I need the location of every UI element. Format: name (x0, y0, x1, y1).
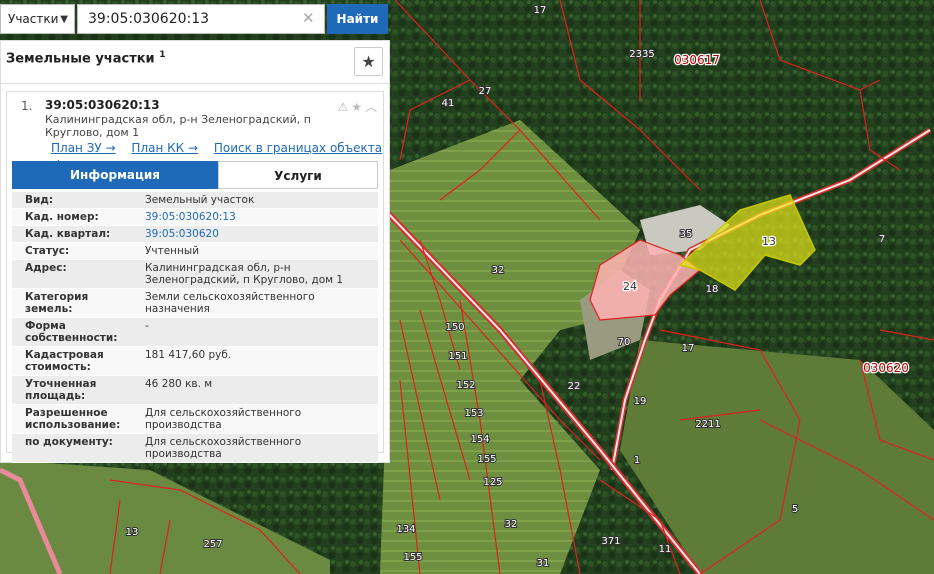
search-button[interactable]: Найти (327, 4, 388, 34)
search-bar: Участки ▼ 39:05:030620:13 ✕ Найти (0, 4, 390, 34)
attribute-row: Статус: Учтенный (12, 243, 378, 260)
attribute-key: Статус: (25, 245, 70, 257)
attribute-key: Категория земель: (25, 291, 89, 315)
attribute-key: Вид: (25, 194, 54, 206)
favorites-button[interactable]: ★ (354, 47, 383, 76)
parcel-label: 13 (126, 527, 139, 538)
attribute-value: 181 417,60 руб. (145, 349, 232, 361)
attribute-key: Кадастровая стоимость: (25, 349, 104, 373)
parcel-label: 125 (483, 477, 502, 488)
result-card: 1. 39:05:030620:13 Калининградская обл, … (6, 91, 384, 463)
attribute-key: Уточненная площадь: (25, 378, 97, 402)
result-cad-number[interactable]: 39:05:030620:13 (45, 98, 160, 112)
object-type-label: Участки (8, 12, 59, 26)
parcel-label: 155 (403, 552, 422, 563)
parcel-label: 153 (464, 408, 483, 419)
attribute-value: Для сельскохозяйственного производства (145, 436, 302, 460)
parcel-label: 19 (634, 396, 647, 407)
tab-services[interactable]: Услуги (218, 161, 378, 189)
parcel-label: 150 (445, 322, 464, 333)
attribute-key: Кад. номер: (25, 211, 99, 223)
clear-icon[interactable]: ✕ (302, 9, 315, 27)
parcel-label: 151 (448, 351, 467, 362)
panel-title: Земельные участки 1 (6, 50, 166, 67)
attribute-row: Разрешенное использование: Для сельскохоз… (12, 405, 378, 434)
warning-icon[interactable]: ⚠ (337, 100, 348, 114)
attribute-value: 46 280 кв. м (145, 378, 213, 390)
attribute-row: Адрес: Калининградская обл, р-н Зеленогра… (12, 260, 378, 289)
attribute-value: - (145, 320, 149, 332)
plan-kk-link[interactable]: План КК → (131, 141, 198, 155)
parcel-label: 154 (470, 434, 489, 445)
result-index: 1. (21, 99, 33, 113)
parcel-label: 22 (568, 381, 581, 392)
attribute-value: Земли сельскохозяйственного назначения (145, 291, 315, 315)
parcel-label: 35 (680, 229, 693, 240)
parcel-label: 17 (534, 5, 547, 16)
chevron-up-icon[interactable]: ︿ (365, 100, 377, 114)
parcel-label: 18 (706, 284, 719, 295)
attribute-row: по документу: Для сельскохозяйственного п… (12, 434, 378, 463)
parcel-label: 31 (537, 558, 550, 569)
parcel-label: 70 (618, 337, 631, 348)
parcel-label-highlight: 24 (623, 280, 637, 293)
star-icon: ★ (361, 52, 376, 71)
parcel-label: 17 (682, 343, 695, 354)
attribute-row: Кад. квартал: 39:05:030620 (12, 226, 378, 243)
parcel-label: 134 (396, 524, 415, 535)
attribute-row: Уточненная площадь: 46 280 кв. м (12, 376, 378, 405)
results-count: 1 (159, 50, 166, 60)
parcel-label: 32 (492, 265, 505, 276)
parcel-label: 41 (442, 98, 455, 109)
attribute-key: по документу: (25, 436, 113, 448)
cad-quarter-link[interactable]: 39:05:030620 (132, 226, 378, 242)
tab-info[interactable]: Информация (12, 161, 218, 189)
plan-zu-link[interactable]: План ЗУ → (51, 141, 116, 155)
parcel-label: 257 (203, 539, 222, 550)
result-tabs: Информация Услуги (12, 161, 378, 189)
result-address: Калининградская обл, р-н Зеленоградский,… (45, 113, 311, 139)
parcel-label: 27 (479, 86, 492, 97)
parcel-label: 1 (634, 455, 640, 466)
results-panel: Земельные участки 1 ★ 1. 39:05:030620:13… (0, 40, 390, 463)
attribute-row: Категория земель: Земли сельскохозяйствен… (12, 289, 378, 318)
attribute-value: Для сельскохозяйственного производства (145, 407, 302, 431)
result-actions: ⚠ ★ ︿ (334, 98, 377, 115)
parcel-label: 152 (456, 380, 475, 391)
attribute-row: Кад. номер: 39:05:030620:13 (12, 209, 378, 226)
panel-header: Земельные участки 1 ★ (1, 41, 389, 84)
attribute-row: Вид: Земельный участок (12, 192, 378, 209)
attribute-row: Кадастровая стоимость: 181 417,60 руб. (12, 347, 378, 376)
search-input[interactable]: 39:05:030620:13 (77, 4, 325, 34)
attribute-value: Учтенный (145, 245, 200, 257)
chevron-down-icon: ▼ (60, 14, 68, 25)
quarter-label-030620: 030620 (863, 361, 909, 375)
attribute-key: Кад. квартал: (25, 228, 111, 240)
attribute-key: Разрешенное использование: (25, 407, 121, 431)
parcel-label: 2211 (695, 419, 720, 430)
parcel-label-selected: 13 (762, 235, 776, 248)
attribute-key: Адрес: (25, 262, 67, 274)
parcel-label: 11 (659, 544, 672, 555)
parcel-label: 32 (505, 519, 518, 530)
parcel-label: 7 (879, 234, 885, 245)
attribute-key: Форма собственности: (25, 320, 118, 344)
parcel-label: 371 (601, 536, 620, 547)
parcel-label: 5 (792, 504, 798, 515)
object-type-select[interactable]: Участки ▼ (0, 4, 75, 34)
attribute-value: Калининградская обл, р-н Зеленоградский,… (145, 262, 344, 286)
quarter-label-030617: 030617 (674, 53, 720, 67)
attribute-value: Земельный участок (145, 194, 255, 206)
attribute-table: Вид: Земельный участок Кад. номер: 39:05:0… (12, 192, 378, 463)
attribute-row: Форма собственности: - (12, 318, 378, 347)
cad-number-link[interactable]: 39:05:030620:13 (132, 209, 378, 225)
star-icon[interactable]: ★ (351, 100, 362, 114)
parcel-label: 2335 (629, 49, 654, 60)
parcel-label: 155 (477, 454, 496, 465)
